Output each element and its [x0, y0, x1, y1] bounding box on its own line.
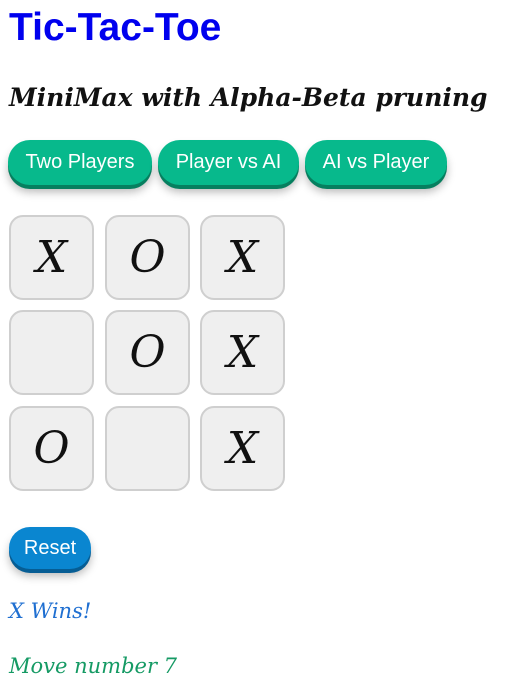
- board-cell-1-0[interactable]: [9, 310, 94, 395]
- board-cell-2-0[interactable]: O: [9, 406, 94, 491]
- player-vs-ai-button[interactable]: Player vs AI: [158, 140, 299, 185]
- game-status: X Wins!: [9, 599, 92, 623]
- board-cell-1-1[interactable]: O: [105, 310, 190, 395]
- board-cell-2-2[interactable]: X: [200, 406, 285, 491]
- board-cell-0-2[interactable]: X: [200, 215, 285, 300]
- two-players-button[interactable]: Two Players: [8, 140, 152, 185]
- board-cell-2-1[interactable]: [105, 406, 190, 491]
- board-cell-1-2[interactable]: X: [200, 310, 285, 395]
- ai-vs-player-button[interactable]: AI vs Player: [305, 140, 447, 185]
- page-subtitle: MiniMax with Alpha-Beta pruning: [9, 83, 488, 112]
- reset-button[interactable]: Reset: [9, 527, 91, 569]
- page-title: Tic-Tac-Toe: [9, 6, 222, 49]
- move-counter: Move number 7: [9, 654, 178, 678]
- board-cell-0-0[interactable]: X: [9, 215, 94, 300]
- board-cell-0-1[interactable]: O: [105, 215, 190, 300]
